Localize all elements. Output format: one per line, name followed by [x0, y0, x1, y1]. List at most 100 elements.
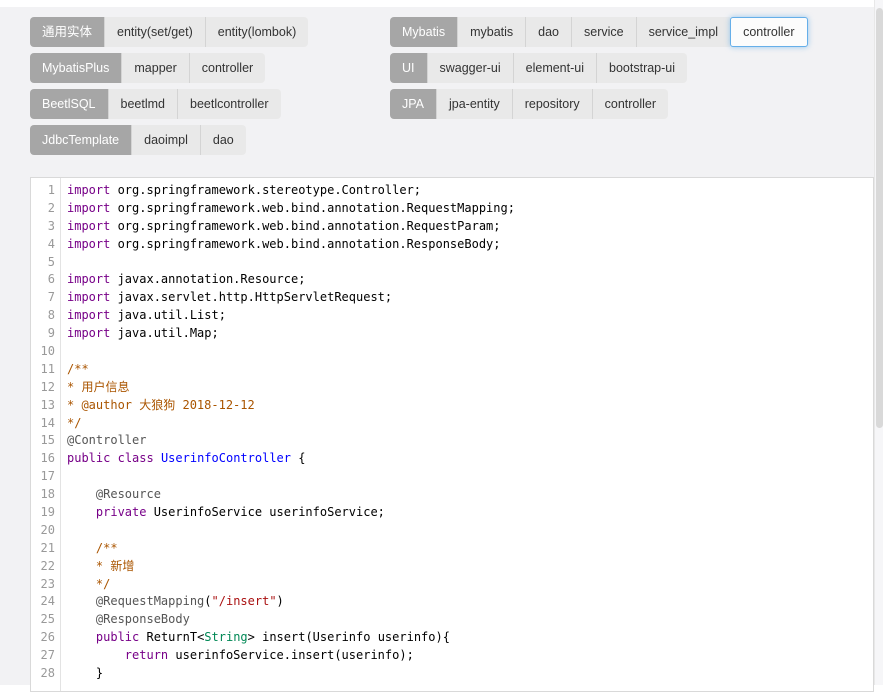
group-label-jpa[interactable]: JPA	[390, 89, 436, 119]
code-token: /**	[67, 541, 118, 555]
group-label-ui[interactable]: UI	[390, 53, 427, 83]
code-token	[67, 612, 96, 626]
code-token: java.util.List;	[110, 308, 226, 322]
code-token: @Resource	[96, 487, 161, 501]
line-number: 24	[31, 593, 55, 611]
line-number: 7	[31, 289, 55, 307]
line-number: 12	[31, 379, 55, 397]
option-button-daoimpl[interactable]: daoimpl	[131, 125, 200, 155]
code-text	[55, 254, 67, 272]
code-line: 3import org.springframework.web.bind.ann…	[31, 218, 873, 236]
code-token: org.springframework.web.bind.annotation.…	[110, 201, 515, 215]
option-button-bootstrap-ui[interactable]: bootstrap-ui	[596, 53, 687, 83]
option-button-dao[interactable]: dao	[200, 125, 246, 155]
option-button-entity-set-get[interactable]: entity(set/get)	[104, 17, 205, 47]
gutter-separator	[60, 178, 61, 691]
option-button-mybatis[interactable]: mybatis	[457, 17, 525, 47]
option-button-controller[interactable]: controller	[189, 53, 265, 83]
code-token: * 新增	[67, 559, 134, 573]
code-text: }	[55, 665, 103, 683]
option-button-entity-lombok[interactable]: entity(lombok)	[205, 17, 309, 47]
code-token: * 用户信息	[67, 380, 129, 394]
code-text: @Resource	[55, 486, 161, 504]
option-button-mapper[interactable]: mapper	[121, 53, 188, 83]
code-token: org.springframework.stereotype.Controlle…	[110, 183, 421, 197]
group-label-jdbctemplate[interactable]: JdbcTemplate	[30, 125, 131, 155]
option-button-jpa-entity[interactable]: jpa-entity	[436, 89, 512, 119]
code-line: 12 * 用户信息	[31, 379, 873, 397]
code-line: 21 /**	[31, 540, 873, 558]
code-line: 26 public ReturnT<String> insert(Userinf…	[31, 629, 873, 647]
line-number: 3	[31, 218, 55, 236]
code-token: public	[96, 630, 139, 644]
code-text: * @author 大狼狗 2018-12-12	[55, 397, 255, 415]
line-number: 10	[31, 343, 55, 361]
code-line: 23 */	[31, 576, 873, 594]
line-number: 25	[31, 611, 55, 629]
line-number: 11	[31, 361, 55, 379]
code-token: String	[204, 630, 247, 644]
code-text: @ResponseBody	[55, 611, 190, 629]
code-token: javax.annotation.Resource;	[110, 272, 305, 286]
code-line: 5	[31, 254, 873, 272]
code-token: "/insert"	[212, 594, 277, 608]
code-token: @Controller	[67, 433, 146, 447]
line-number: 19	[31, 504, 55, 522]
code-line: 16public class UserinfoController {	[31, 450, 873, 468]
code-token: UserinfoController	[161, 451, 291, 465]
code-line: 15@Controller	[31, 432, 873, 450]
option-button-controller[interactable]: controller	[730, 17, 807, 47]
code-token: java.util.Map;	[110, 326, 218, 340]
line-number: 1	[31, 182, 55, 200]
code-token: {	[291, 451, 305, 465]
line-number: 16	[31, 450, 55, 468]
line-number: 22	[31, 558, 55, 576]
code-token: ReturnT<	[139, 630, 204, 644]
code-line: 11 /**	[31, 361, 873, 379]
code-token	[67, 630, 96, 644]
code-text	[55, 522, 67, 540]
group-label-beetlsql[interactable]: BeetlSQL	[30, 89, 108, 119]
code-text: return userinfoService.insert(userinfo);	[55, 647, 414, 665]
code-text: @RequestMapping("/insert")	[55, 593, 284, 611]
code-text: public ReturnT<String> insert(Userinfo u…	[55, 629, 450, 647]
option-button-element-ui[interactable]: element-ui	[513, 53, 596, 83]
group-label-mybatis[interactable]: Mybatis	[390, 17, 457, 47]
code-token	[67, 648, 125, 662]
group-label-mybatisplus[interactable]: MybatisPlus	[30, 53, 121, 83]
option-button-repository[interactable]: repository	[512, 89, 592, 119]
code-token: org.springframework.web.bind.annotation.…	[110, 237, 500, 251]
code-text: public class UserinfoController {	[55, 450, 305, 468]
code-text: import org.springframework.stereotype.Co…	[55, 182, 421, 200]
option-button-controller[interactable]: controller	[592, 89, 668, 119]
code-token: */	[67, 416, 81, 430]
code-token: UserinfoService userinfoService;	[146, 505, 384, 519]
line-number: 23	[31, 576, 55, 594]
template-toolbar: 通用实体entity(set/get)entity(lombok) Mybatis…	[0, 7, 874, 155]
button-group-jpa: JPAjpa-entityrepositorycontroller	[390, 89, 668, 119]
code-line: 4import org.springframework.web.bind.ann…	[31, 236, 873, 254]
button-group-beetlsql: BeetlSQLbeetlmdbeetlcontroller	[30, 89, 281, 119]
line-number: 5	[31, 254, 55, 272]
option-button-beetlmd[interactable]: beetlmd	[108, 89, 177, 119]
page-scrollbar[interactable]	[874, 0, 883, 685]
code-token: /**	[67, 362, 89, 376]
option-button-dao[interactable]: dao	[525, 17, 571, 47]
code-editor[interactable]: 1import org.springframework.stereotype.C…	[30, 177, 874, 692]
code-text: import javax.servlet.http.HttpServletReq…	[55, 289, 392, 307]
code-line: 24 @RequestMapping("/insert")	[31, 593, 873, 611]
code-token	[67, 594, 96, 608]
code-token: import	[67, 308, 110, 322]
option-button-service[interactable]: service	[571, 17, 636, 47]
option-button-beetlcontroller[interactable]: beetlcontroller	[177, 89, 281, 119]
scrollbar-thumb[interactable]	[876, 8, 883, 428]
code-token: */	[67, 577, 110, 591]
option-button-swagger-ui[interactable]: swagger-ui	[427, 53, 513, 83]
code-token: private	[96, 505, 147, 519]
code-line: 22 * 新增	[31, 558, 873, 576]
group-label-item[interactable]: 通用实体	[30, 17, 104, 47]
code-line: 7import javax.servlet.http.HttpServletRe…	[31, 289, 873, 307]
option-button-service-impl[interactable]: service_impl	[636, 17, 730, 47]
code-token: * @author 大狼狗 2018-12-12	[67, 398, 255, 412]
line-number: 2	[31, 200, 55, 218]
